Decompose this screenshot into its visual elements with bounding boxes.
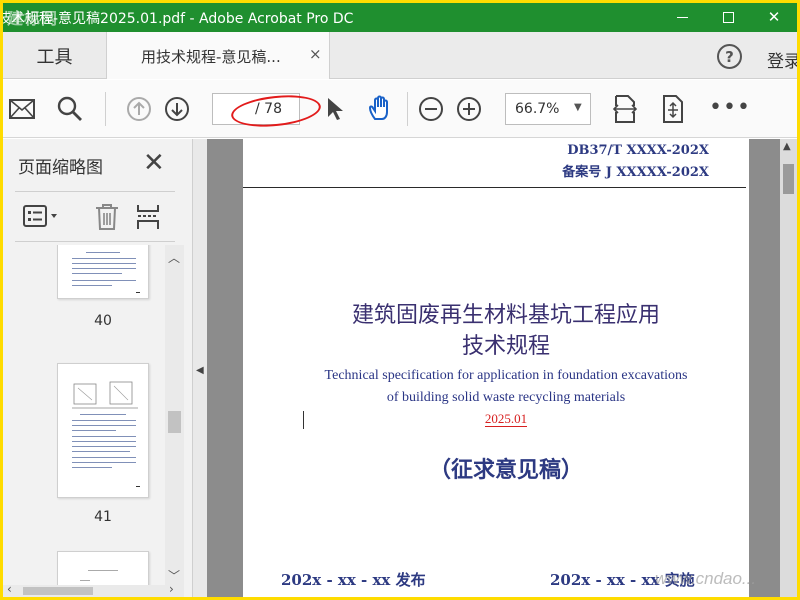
select-cursor-icon[interactable] xyxy=(321,95,349,123)
version-date: 2025.01 xyxy=(243,411,769,427)
en-title-line1: Technical specification for application … xyxy=(324,368,688,383)
tab-document[interactable]: 用技术规程-意见稿... × xyxy=(106,32,330,79)
tab-document-label: 用技术规程-意见稿... xyxy=(141,48,281,66)
delete-page-icon[interactable] xyxy=(94,203,120,235)
thumb-line xyxy=(72,258,136,259)
thumb-line xyxy=(72,441,136,442)
toolbar-separator xyxy=(407,92,408,126)
minimize-button[interactable] xyxy=(659,3,705,32)
thumb-line xyxy=(72,446,136,447)
chevron-down-icon: ▼ xyxy=(574,102,582,113)
cn-title-line2: 技术规程 xyxy=(461,334,550,359)
text-cursor xyxy=(303,411,304,429)
scroll-right-icon[interactable]: › xyxy=(169,582,174,596)
scroll-left-icon[interactable]: ‹ xyxy=(7,582,12,596)
login-button[interactable]: 登录 xyxy=(767,47,797,72)
publish-date: 202x - xx - xx 发布 xyxy=(281,571,426,589)
minimize-icon xyxy=(676,17,688,18)
scrollbar-thumb[interactable] xyxy=(23,587,93,595)
thumb-line xyxy=(80,580,90,581)
thumb-line xyxy=(72,263,136,264)
url-watermark: www.cndao... xyxy=(655,569,757,588)
hand-tool-icon[interactable] xyxy=(367,95,395,123)
tab-close-button[interactable]: × xyxy=(309,45,322,63)
cn-title-line1: 建筑固废再生材料基坑工程应用 xyxy=(351,303,660,328)
thumb-line xyxy=(72,430,116,431)
thumb-line xyxy=(72,425,136,426)
thumbnail-page-number: 41 xyxy=(94,509,112,525)
zoom-in-icon[interactable] xyxy=(455,95,483,123)
panel-close-icon[interactable]: ✕ xyxy=(143,148,165,178)
site-watermark: 建标网 xyxy=(7,9,59,28)
zoom-out-icon[interactable] xyxy=(417,95,445,123)
thumb-line xyxy=(136,486,140,487)
panel-divider xyxy=(15,241,175,242)
title-bar: 技术规程-意见稿2025.01.pdf - Adobe Acrobat Pro … xyxy=(3,3,797,32)
tab-tools[interactable]: 工具 xyxy=(3,32,106,79)
thumbnail-options-icon[interactable] xyxy=(23,205,61,231)
thumbnails-panel: 页面缩略图 ✕ 40 41 ︿ ﹀ ‹ › xyxy=(3,139,193,597)
page-thumbnail[interactable] xyxy=(57,363,149,498)
thumb-line xyxy=(72,280,136,281)
zoom-select[interactable]: 66.7% ▼ xyxy=(505,93,591,125)
panel-divider xyxy=(15,191,175,192)
zoom-value: 66.7% xyxy=(515,101,560,117)
thumb-line xyxy=(72,462,136,463)
pdf-page: DB37/T XXXX-202X 备案号 J XXXXX-202X 建筑固废再生… xyxy=(243,139,749,597)
previous-page-icon[interactable] xyxy=(125,95,153,123)
document-scrollbar[interactable]: ▲ xyxy=(780,139,797,597)
panel-title: 页面缩略图 xyxy=(18,158,103,178)
extract-page-icon[interactable] xyxy=(135,203,161,235)
thumb-line xyxy=(72,268,136,269)
thumb-line xyxy=(80,414,126,415)
scroll-up-icon[interactable]: ▲ xyxy=(783,141,791,152)
thumbnail-list: 40 41 xyxy=(3,245,175,597)
thumbnail-figure xyxy=(72,381,138,409)
document-view[interactable]: DB37/T XXXX-202X 备案号 J XXXXX-202X 建筑固废再生… xyxy=(207,139,797,597)
thumb-line xyxy=(72,467,112,468)
thumb-line xyxy=(72,273,122,274)
thumb-line xyxy=(72,420,136,421)
thumb-line xyxy=(136,292,140,293)
header-rule xyxy=(243,187,746,188)
scroll-mode-icon[interactable] xyxy=(659,95,687,123)
version-date-text: 2025.01 xyxy=(484,411,528,427)
close-window-button[interactable]: ✕ xyxy=(751,3,797,32)
thumb-line xyxy=(72,457,136,458)
page-thumbnail[interactable] xyxy=(57,245,149,299)
thumb-line xyxy=(86,252,120,253)
email-icon[interactable] xyxy=(8,95,36,123)
more-tools-icon[interactable]: ••• xyxy=(709,95,751,120)
thumbnail-page-number: 40 xyxy=(94,313,112,329)
search-icon[interactable] xyxy=(56,95,84,123)
scrollbar-thumb[interactable] xyxy=(168,411,181,433)
thumb-line xyxy=(72,285,112,286)
record-number: 备案号 J XXXXX-202X xyxy=(562,165,709,180)
maximize-icon xyxy=(722,12,734,23)
fit-page-icon[interactable] xyxy=(611,95,639,123)
panel-tools xyxy=(3,193,178,243)
thumb-line xyxy=(72,451,130,452)
acrobat-window: 技术规程-意见稿2025.01.pdf - Adobe Acrobat Pro … xyxy=(3,3,797,597)
panel-collapse-handle[interactable]: ◀ xyxy=(193,139,207,597)
next-page-icon[interactable] xyxy=(163,95,191,123)
help-icon[interactable]: ? xyxy=(717,44,742,69)
scroll-up-icon[interactable]: ︿ xyxy=(168,249,180,266)
maximize-button[interactable] xyxy=(705,3,751,32)
thumb-line xyxy=(72,436,136,437)
close-icon: ✕ xyxy=(767,8,781,26)
scrollbar-thumb[interactable] xyxy=(783,164,794,194)
draft-label: （征求意见稿） xyxy=(428,457,583,483)
standard-code: DB37/T XXXX-202X xyxy=(567,143,709,158)
toolbar-separator xyxy=(105,92,106,126)
tab-bar: 工具 用技术规程-意见稿... × ? 登录 xyxy=(3,32,797,79)
main-toolbar: / 78 66.7% ▼ ••• xyxy=(3,80,797,138)
thumbnail-scrollbar[interactable]: ︿ ﹀ xyxy=(165,245,184,585)
thumb-line xyxy=(88,570,118,571)
collapse-arrow-icon: ◀ xyxy=(196,365,204,376)
en-title-line2: of building solid waste recycling materi… xyxy=(386,390,626,405)
thumbnail-hscrollbar[interactable]: ‹ › xyxy=(3,582,184,597)
